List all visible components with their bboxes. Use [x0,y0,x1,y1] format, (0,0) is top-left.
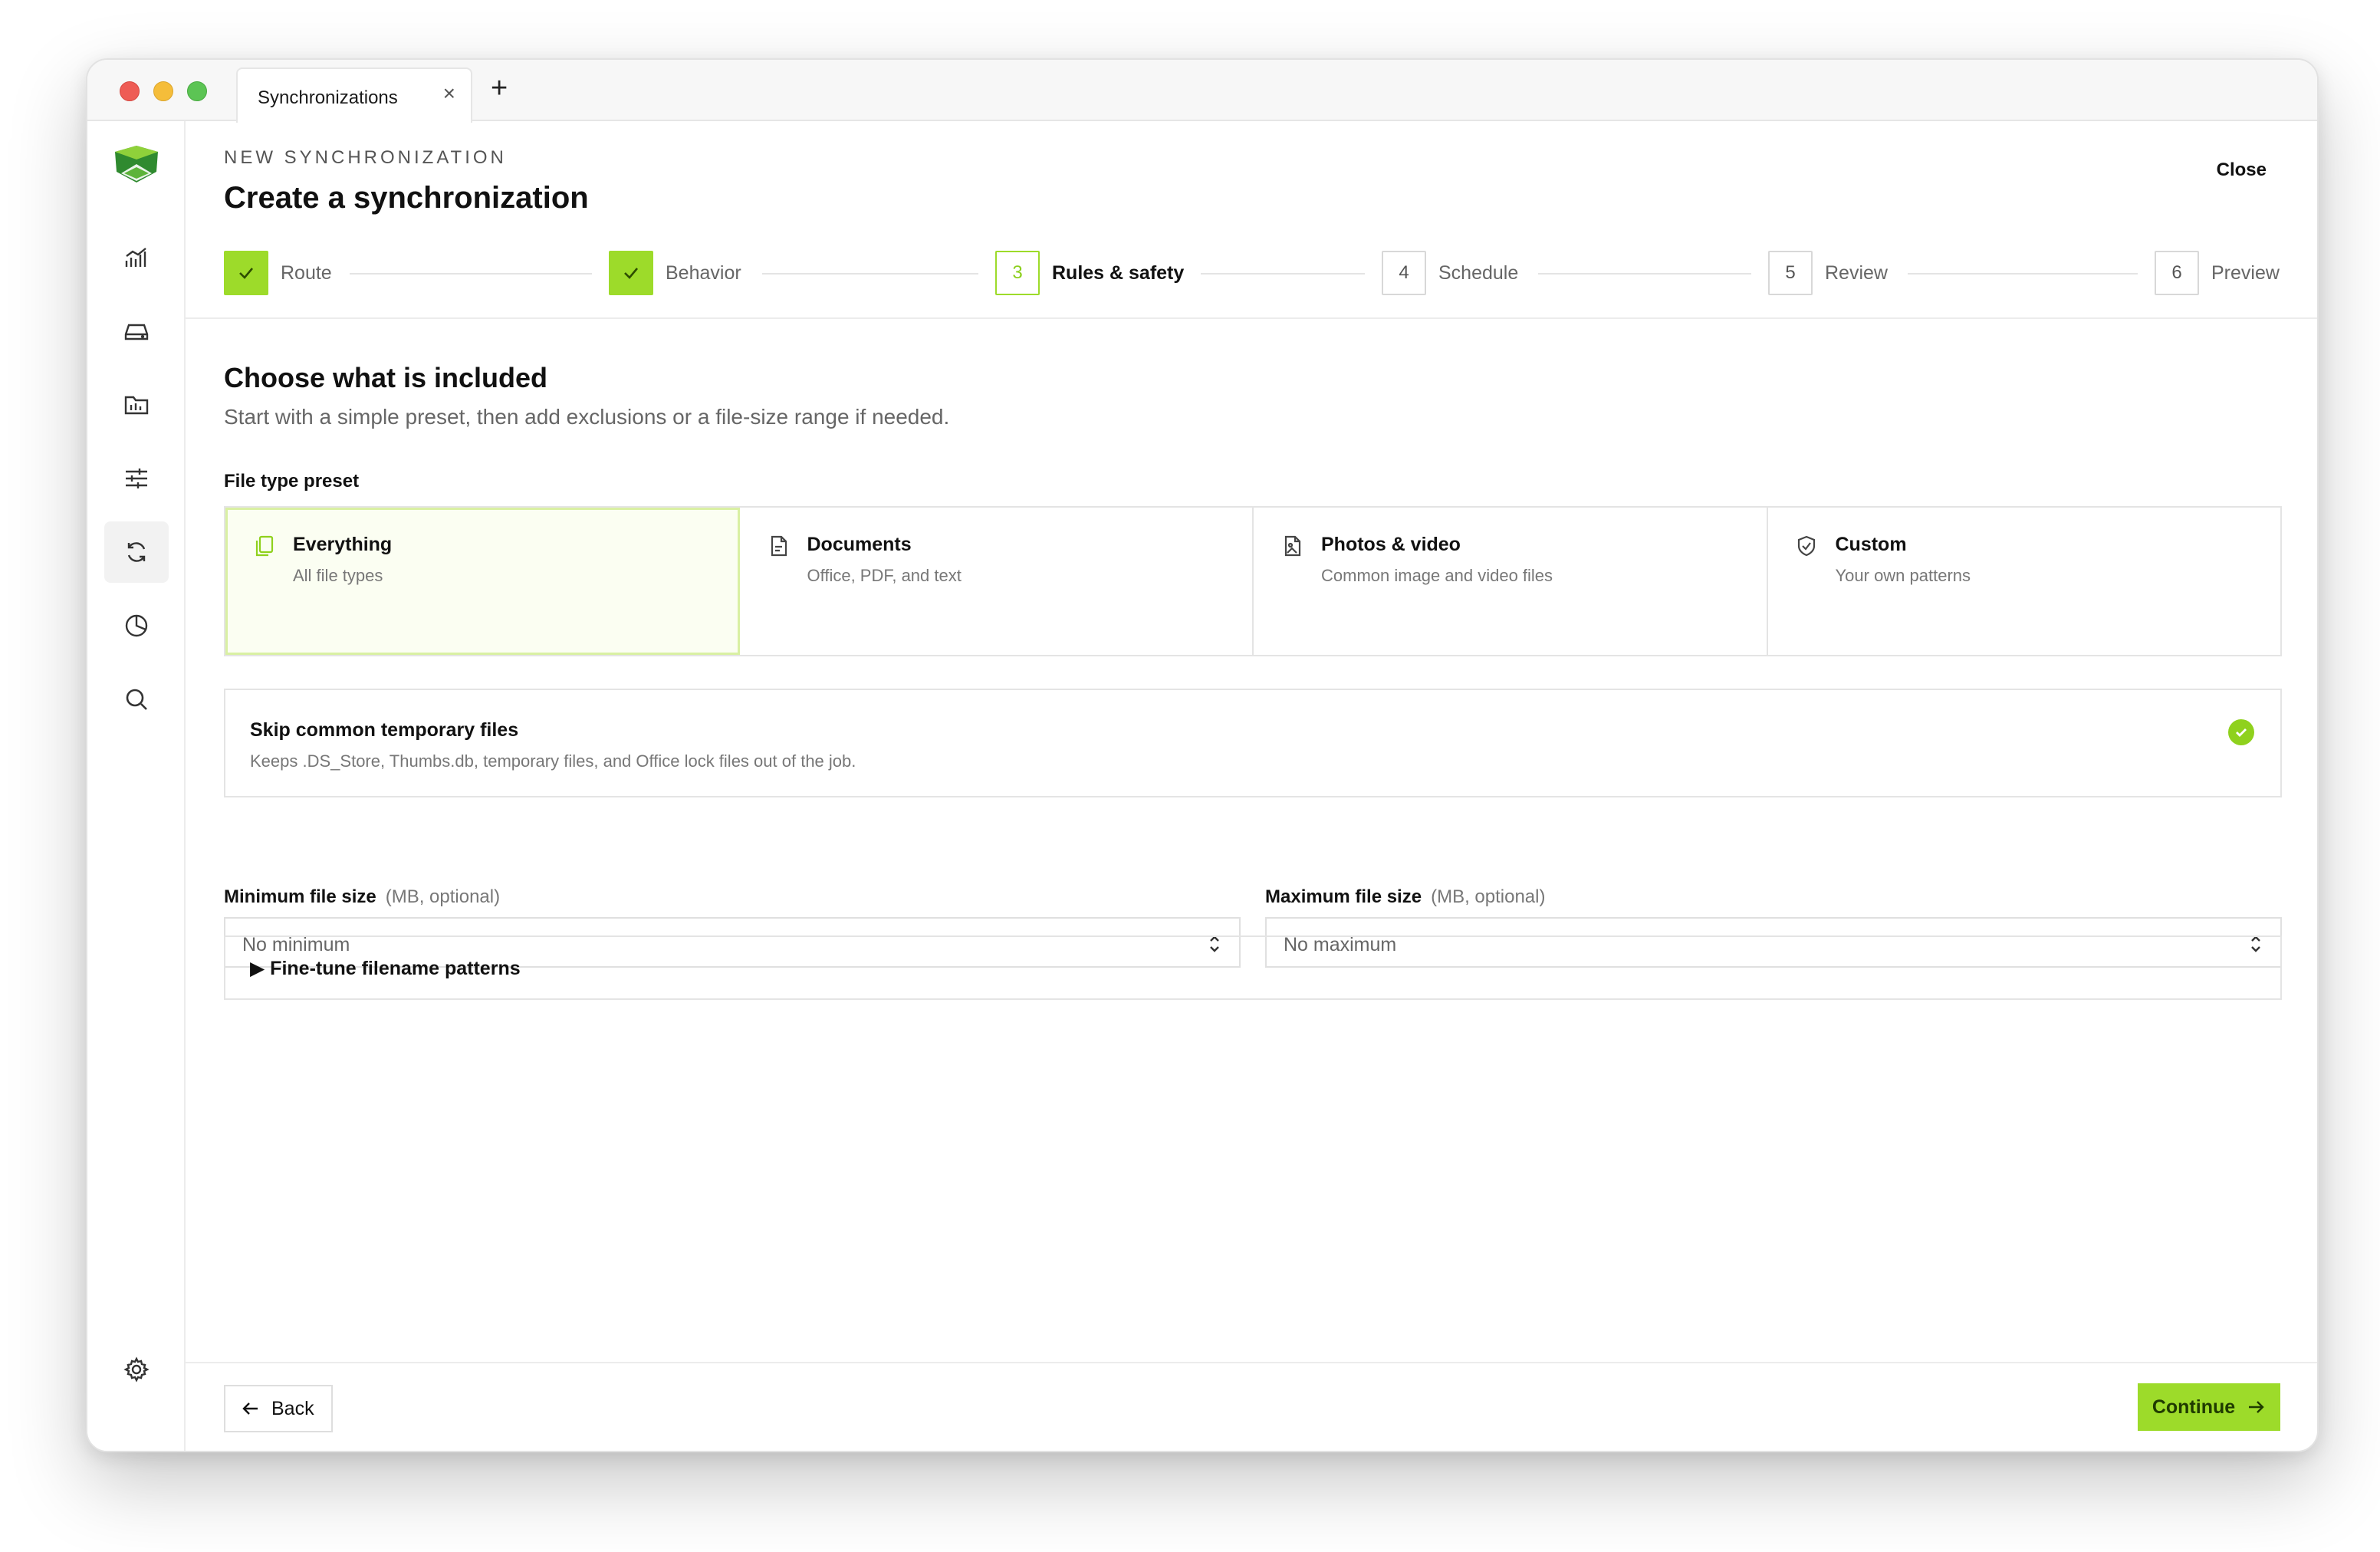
skip-temp-checkbox[interactable] [2228,719,2254,745]
step-behavior[interactable]: Behavior [609,250,758,296]
arrow-right-icon [2249,1401,2264,1413]
max-size-hint: (MB, optional) [1431,886,1546,907]
preset-label: File type preset [224,471,360,492]
new-tab-icon[interactable]: + [491,74,508,103]
sidebar-item-reports[interactable] [104,595,169,656]
fine-tune-patterns-disclosure[interactable]: ▶ Fine-tune filename patterns [224,935,2282,1000]
back-label: Back [271,1397,314,1419]
app-window: Synchronizations × + NEW SYNCHRONIZATION… [86,58,2319,1452]
preset-subtitle: Your own patterns [1835,566,1971,585]
continue-button[interactable]: Continue [2138,1383,2280,1431]
document-icon [771,535,787,557]
sidebar-item-settings-sliders[interactable] [104,448,169,509]
window-zoom-button[interactable] [187,81,207,101]
step-label: Behavior [666,261,741,284]
preset-photos-video[interactable]: Photos & video Common image and video fi… [1254,508,1768,655]
step-review[interactable]: 5 Review [1768,250,1905,296]
step-connector [762,273,978,275]
sidebar [87,121,186,1451]
search-icon [126,689,147,710]
step-number: 5 [1768,251,1813,295]
preset-subtitle: Common image and video files [1321,566,1553,585]
check-icon [2236,728,2247,737]
preset-title: Everything [293,534,393,555]
page-eyebrow: NEW SYNCHRONIZATION [224,147,507,168]
step-label: Schedule [1438,261,1519,284]
max-size-label: Maximum file size (MB, optional) [1265,886,1545,908]
preset-everything[interactable]: Everything All file types [225,508,740,655]
continue-label: Continue [2152,1396,2236,1418]
title-bar: Synchronizations × + [87,60,2317,123]
preset-documents[interactable]: Documents Office, PDF, and text [740,508,1254,655]
sidebar-item-search[interactable] [104,669,169,730]
preset-title: Photos & video [1321,534,1461,555]
tab-synchronizations[interactable]: Synchronizations × [236,67,472,123]
sidebar-item-analytics[interactable] [104,227,169,288]
tab-label: Synchronizations [258,87,398,108]
chart-line-icon [125,248,146,267]
step-label: Rules & safety [1052,261,1185,284]
step-check-icon [224,251,268,295]
step-check-icon [609,251,653,295]
step-connector [1198,273,1365,275]
tab-close-icon[interactable]: × [443,83,455,104]
app-logo[interactable] [110,143,163,186]
header-divider [186,317,2317,319]
section-title: Choose what is included [224,362,548,393]
back-button[interactable]: Back [224,1385,333,1432]
step-preview[interactable]: 6 Preview [2155,250,2280,296]
skip-temp-title: Skip common temporary files [250,719,519,741]
sync-icon [127,542,146,562]
min-size-label-text: Minimum file size [224,886,376,907]
drive-icon [124,324,149,340]
step-connector [350,273,592,275]
main-panel: NEW SYNCHRONIZATION Create a synchroniza… [186,121,2317,1451]
step-rules-safety[interactable]: 3 Rules & safety [995,250,1202,296]
sidebar-item-synchronizations[interactable] [104,521,169,583]
step-number: 3 [995,251,1040,295]
skip-temp-subtitle: Keeps .DS_Store, Thumbs.db, temporary fi… [250,751,856,771]
footer-divider [186,1362,2317,1363]
close-button[interactable]: Close [2217,159,2267,181]
fine-tune-patterns-label: ▶ Fine-tune filename patterns [250,958,521,979]
step-label: Route [281,261,332,284]
min-size-label: Minimum file size (MB, optional) [224,886,500,908]
step-label: Preview [2211,261,2280,284]
folder-icon [124,396,149,415]
step-number: 4 [1382,251,1426,295]
skip-temp-files-option[interactable]: Skip common temporary files Keeps .DS_St… [224,689,2282,797]
preset-custom[interactable]: Custom Your own patterns [1768,508,2281,655]
preset-title: Documents [807,534,912,555]
step-connector [1908,273,2138,275]
sliders-icon [126,469,147,488]
max-size-label-text: Maximum file size [1265,886,1422,907]
file-type-presets: Everything All file types Documents Offi… [224,506,2282,656]
section-subtitle: Start with a simple preset, then add exc… [224,405,950,429]
preset-title: Custom [1835,534,1907,555]
sidebar-item-storage[interactable] [104,301,169,362]
copy-files-icon [255,535,274,557]
window-minimize-button[interactable] [153,81,173,101]
step-schedule[interactable]: 4 Schedule [1382,250,1536,296]
preset-subtitle: All file types [293,566,383,585]
step-connector [1538,273,1751,275]
image-file-icon [1284,535,1301,557]
preset-subtitle: Office, PDF, and text [807,566,962,585]
shield-check-icon [1797,535,1815,557]
step-number: 6 [2155,251,2199,295]
min-size-hint: (MB, optional) [385,886,501,907]
pie-chart-icon [125,614,148,637]
arrow-left-icon [242,1402,258,1415]
stepper: Route Behavior 3 Rules & safety 4 Schedu… [224,250,2294,296]
gear-icon [123,1356,150,1383]
step-route[interactable]: Route [224,250,349,296]
sidebar-item-settings[interactable] [104,1339,169,1400]
sidebar-item-folders[interactable] [104,374,169,436]
window-close-button[interactable] [120,81,140,101]
page-title: Create a synchronization [224,181,589,215]
step-label: Review [1825,261,1888,284]
